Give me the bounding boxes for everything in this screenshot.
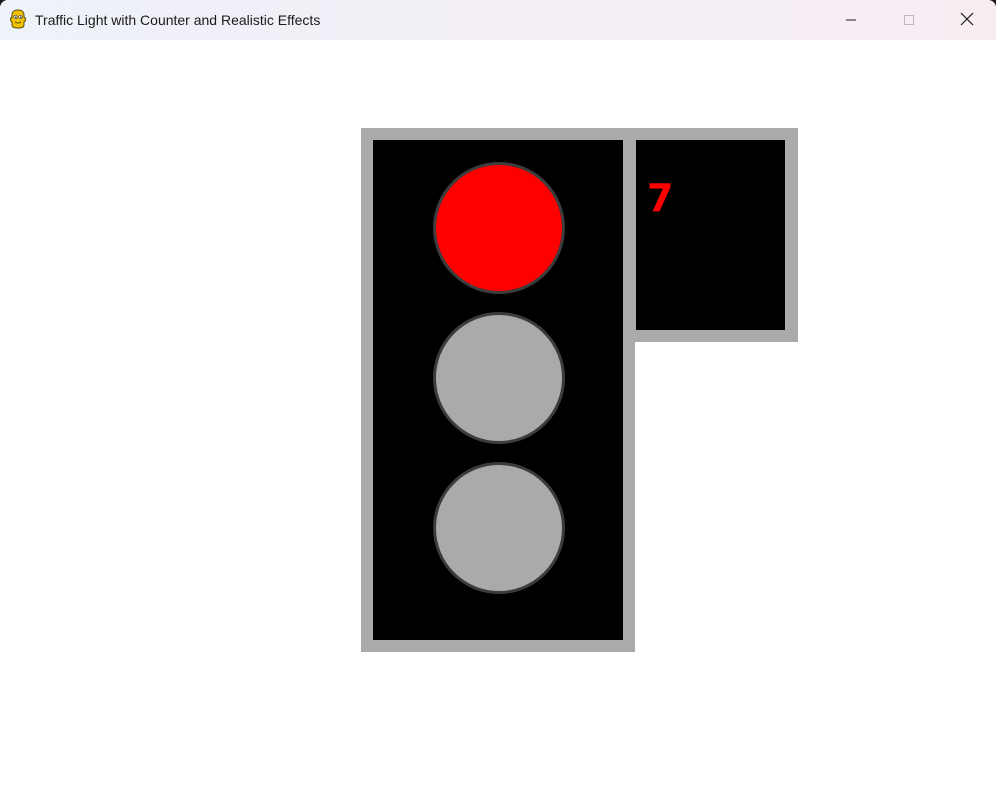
counter-display xyxy=(636,140,785,330)
pygame-snake-icon xyxy=(9,9,27,29)
game-canvas: 7 xyxy=(0,40,996,790)
app-window: Traffic Light with Counter and Realistic… xyxy=(0,0,996,790)
green-lamp xyxy=(433,462,565,594)
minimize-button[interactable] xyxy=(822,0,880,40)
window-title: Traffic Light with Counter and Realistic… xyxy=(35,12,321,28)
minimize-icon xyxy=(845,11,857,30)
maximize-icon xyxy=(903,11,915,30)
countdown-value: 7 xyxy=(647,176,674,220)
yellow-lamp xyxy=(433,312,565,444)
close-button[interactable] xyxy=(938,0,996,40)
maximize-button[interactable] xyxy=(880,0,938,40)
title-bar[interactable]: Traffic Light with Counter and Realistic… xyxy=(0,0,996,40)
red-lamp xyxy=(433,162,565,294)
close-icon xyxy=(960,11,974,30)
